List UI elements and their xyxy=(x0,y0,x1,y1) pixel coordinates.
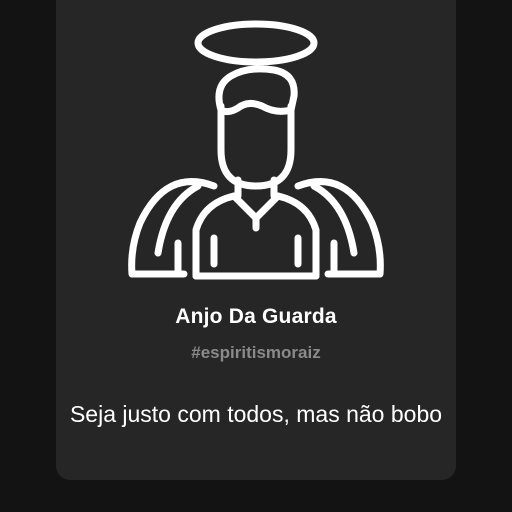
quote-text: Seja justo com todos, mas não bobo xyxy=(69,401,443,427)
card-title: Anjo Da Guarda xyxy=(175,305,337,328)
hashtag-link[interactable]: #espiritismoraiz xyxy=(0,343,512,363)
screen: Anjo Da Guarda #espiritismoraiz Seja jus… xyxy=(0,0,512,512)
angel-halo-icon xyxy=(126,18,388,280)
